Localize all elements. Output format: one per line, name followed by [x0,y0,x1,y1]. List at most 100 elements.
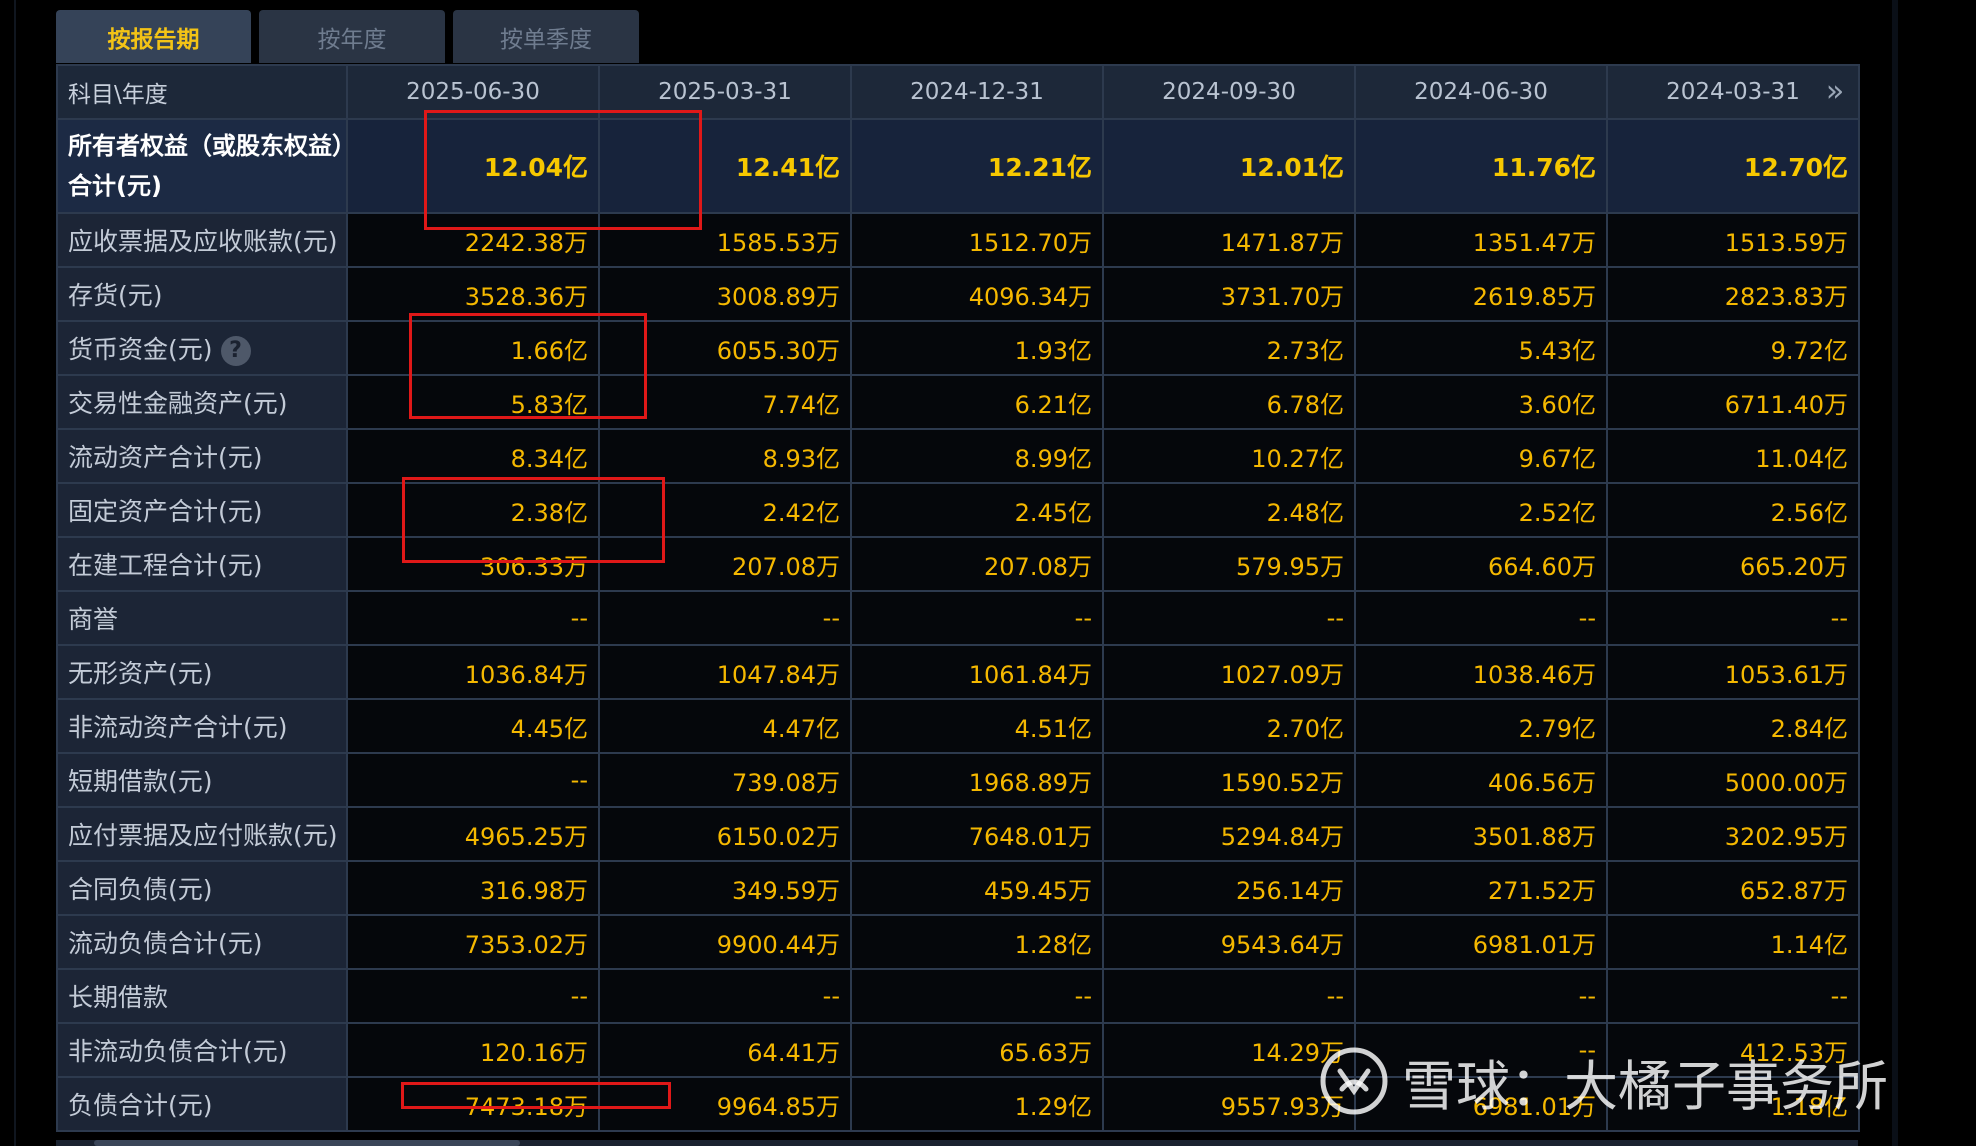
table-row: 应收票据及应收账款(元) 2242.38万 1585.53万 1512.70万 1471… [56,212,1860,268]
row-label: 流动资产合计(元) [68,443,263,472]
table-row: 所有者权益（或股东权益）合计(元) 12.04亿 12.41亿 12.21亿 12.01… [56,118,1860,214]
tab-by-year[interactable]: 按年度 [259,10,445,63]
value-cell: -- [598,590,852,646]
row-label: 固定资产合计(元) [68,497,263,526]
table-row: 负债合计(元) 7473.18万 9964.85万 1.29亿 9557.93万 6981… [56,1076,1860,1132]
value-cell: 459.45万 [850,860,1104,916]
table-row: 流动资产合计(元) 8.34亿 8.93亿 8.99亿 10.27亿 9.67亿 11.04… [56,428,1860,484]
value-cell: 652.87万 [1606,860,1860,916]
value-cell: 4965.25万 [346,806,600,862]
value-cell: 271.52万 [1354,860,1608,916]
row-label: 存货(元) [68,281,163,310]
balance-sheet-table: 科目\年度 2025-06-30 2025-03-31 2024-12-31 2… [56,64,1860,1132]
tab-by-quarter[interactable]: 按单季度 [453,10,639,63]
value-cell: 9.72亿 [1606,320,1860,376]
value-cell: 207.08万 [850,536,1104,592]
row-label: 在建工程合计(元) [68,551,263,580]
value-cell: 316.98万 [346,860,600,916]
value-cell: 11.76亿 [1354,118,1608,214]
column-header: 2024-12-31 [850,64,1104,120]
column-header: 2024-09-30 [1102,64,1356,120]
value-cell: 7648.01万 [850,806,1104,862]
value-cell: 7353.02万 [346,914,600,970]
value-cell: 3501.88万 [1354,806,1608,862]
row-label-cell: 流动资产合计(元) [56,428,348,484]
row-label-cell: 负债合计(元) [56,1076,348,1132]
value-cell: -- [1354,968,1608,1024]
question-circle-icon[interactable]: ? [220,336,251,366]
value-cell: 12.21亿 [850,118,1104,214]
value-cell: 4.51亿 [850,698,1104,754]
row-label: 交易性金融资产(元) [68,389,288,418]
row-label-cell: 非流动资产合计(元) [56,698,348,754]
value-cell: 8.93亿 [598,428,852,484]
value-cell: 2.84亿 [1606,698,1860,754]
value-cell: 349.59万 [598,860,852,916]
value-cell: 1047.84万 [598,644,852,700]
table-row: 在建工程合计(元) 306.33万 207.08万 207.08万 579.95万 664… [56,536,1860,592]
table-row: 存货(元) 3528.36万 3008.89万 4096.34万 3731.70万 261… [56,266,1860,322]
value-cell: 1061.84万 [850,644,1104,700]
double-chevron-right-icon[interactable]: » [1822,77,1848,107]
value-cell: 5000.00万 [1606,752,1860,808]
value-cell: 1.18亿 [1606,1076,1860,1132]
table-row: 货币资金(元)? 1.66亿 6055.30万 1.93亿 2.73亿 5.43亿 9.72… [56,320,1860,376]
value-cell: 1036.84万 [346,644,600,700]
value-cell: 9964.85万 [598,1076,852,1132]
row-label: 短期借款(元) [68,767,213,796]
value-cell: 1513.59万 [1606,212,1860,268]
value-cell: -- [1354,590,1608,646]
corner-header: 科目\年度 [56,64,348,120]
horizontal-scrollbar-thumb[interactable] [94,1140,520,1146]
value-cell: 1.29亿 [850,1076,1104,1132]
value-cell: 6981.01万 [1354,1076,1608,1132]
value-cell: 2.52亿 [1354,482,1608,538]
value-cell: 664.60万 [1354,536,1608,592]
value-cell: 1.28亿 [850,914,1104,970]
row-label: 非流动资产合计(元) [68,713,288,742]
value-cell: 5.43亿 [1354,320,1608,376]
value-cell: 7.74亿 [598,374,852,430]
row-label: 商誉 [68,605,119,634]
row-label-cell: 固定资产合计(元) [56,482,348,538]
row-label: 所有者权益（或股东权益）合计(元) [68,132,344,200]
table-row: 交易性金融资产(元) 5.83亿 7.74亿 6.21亿 6.78亿 3.60亿 6711.… [56,374,1860,430]
value-cell: 412.53万 [1606,1022,1860,1078]
tab-by-report-period[interactable]: 按报告期 [56,10,251,63]
column-header: 2025-03-31 [598,64,852,120]
value-cell: 1.93亿 [850,320,1104,376]
value-cell: 1.14亿 [1606,914,1860,970]
value-cell: 1590.52万 [1102,752,1356,808]
value-cell: 2.48亿 [1102,482,1356,538]
value-cell: 9.67亿 [1354,428,1608,484]
column-header: 2025-06-30 [346,64,600,120]
value-cell: 1585.53万 [598,212,852,268]
table-row: 非流动资产合计(元) 4.45亿 4.47亿 4.51亿 2.70亿 2.79亿 2.84亿 [56,698,1860,754]
value-cell: 12.04亿 [346,118,600,214]
row-label-cell: 交易性金融资产(元) [56,374,348,430]
row-label-cell: 货币资金(元)? [56,320,348,376]
table-row: 短期借款(元) -- 739.08万 1968.89万 1590.52万 406.56万 5… [56,752,1860,808]
value-cell: -- [346,752,600,808]
value-cell: 5294.84万 [1102,806,1356,862]
value-cell: 2.79亿 [1354,698,1608,754]
value-cell: 64.41万 [598,1022,852,1078]
value-cell: 579.95万 [1102,536,1356,592]
value-cell: 2242.38万 [346,212,600,268]
value-cell: 12.41亿 [598,118,852,214]
value-cell: 739.08万 [598,752,852,808]
value-cell: -- [346,590,600,646]
value-cell: 3731.70万 [1102,266,1356,322]
left-divider [14,0,16,1146]
value-cell: 306.33万 [346,536,600,592]
value-cell: -- [1354,1022,1608,1078]
balance-sheet-table-wrapper: 科目\年度 2025-06-30 2025-03-31 2024-12-31 2… [56,64,1860,1132]
value-cell: -- [850,590,1104,646]
table-row: 非流动负债合计(元) 120.16万 64.41万 65.63万 14.29万 -- 412… [56,1022,1860,1078]
row-label-cell: 长期借款 [56,968,348,1024]
value-cell: -- [346,968,600,1024]
table-body: 所有者权益（或股东权益）合计(元) 12.04亿 12.41亿 12.21亿 12.01… [56,118,1860,1132]
value-cell: 3528.36万 [346,266,600,322]
column-header: 2024-03-31 » [1606,64,1860,120]
value-cell: 2.56亿 [1606,482,1860,538]
